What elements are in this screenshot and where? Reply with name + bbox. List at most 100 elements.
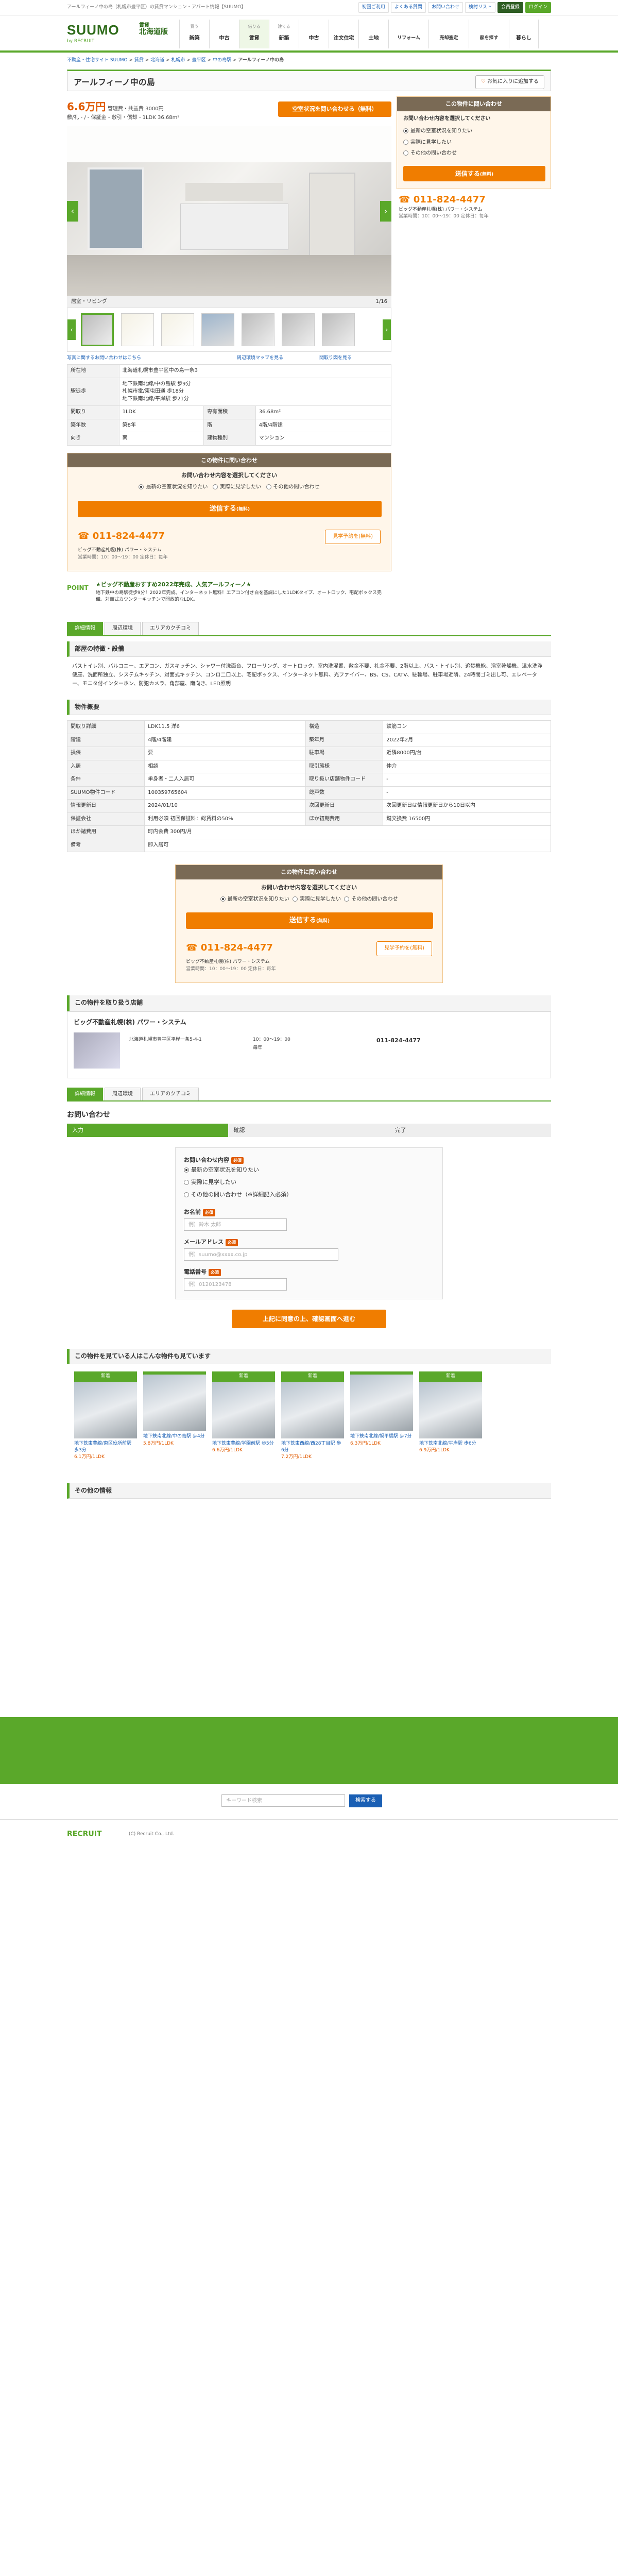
similar-heading: この物件を見ている人はこんな物件も見ています <box>67 1349 551 1365</box>
nav-buy-new[interactable]: 買う 新築 <box>179 20 209 48</box>
footer-search-button[interactable]: 検索する <box>349 1794 382 1807</box>
address-value: 北海道札幌市豊平区中の島一条3 <box>118 364 392 378</box>
form-steps: 入力 確認 完了 <box>67 1123 551 1137</box>
nav-appraisal[interactable]: 売却査定 <box>428 20 469 48</box>
form-opt-other[interactable]: その他の問い合わせ（※詳細記入必須） <box>184 1189 434 1201</box>
tab-reviews-bottom[interactable]: エリアのクチコミ <box>142 1087 199 1101</box>
photo-ceiling <box>67 126 391 163</box>
crumb-0[interactable]: 不動産・住宅サイト SUUMO <box>67 58 128 63</box>
area-label: 賃貸 北海道版 <box>139 23 168 36</box>
phone-icon: ☎ <box>78 530 90 541</box>
confirm-button[interactable]: 上記に同意の上、確認画面へ進む <box>232 1310 386 1329</box>
option-other[interactable]: その他の問い合わせ <box>266 484 320 490</box>
site-header: SUUMO by RECRUIT 賃貸 北海道版 買う 新築 中古 借りる 賃貸 建て… <box>0 15 618 53</box>
option-vacancy[interactable]: 最新の空室状況を知りたい <box>139 484 208 490</box>
company-tel[interactable]: 011-824-4477 <box>376 1037 421 1045</box>
contact-link[interactable]: お問い合わせ <box>427 2 463 13</box>
tab-surroundings-bottom[interactable]: 周辺環境 <box>105 1087 141 1101</box>
option-visit[interactable]: 実際に見学したい <box>213 484 261 490</box>
thumbnail-1[interactable] <box>81 313 114 347</box>
thumbnail-7[interactable] <box>322 313 355 347</box>
side-send-button[interactable]: 送信する(無料) <box>403 166 545 182</box>
inquire-vacancy-button[interactable]: 空室状況を問い合わせる（無料） <box>278 101 391 117</box>
area-value: 36.68m² <box>255 405 392 419</box>
form-opt-visit[interactable]: 実際に見学したい <box>184 1176 434 1189</box>
photo-inquiry-link[interactable]: 写真に関するお問い合わせはこちら <box>67 355 141 361</box>
similar-card[interactable]: 地下鉄南北線/幌平橋駅 歩7分 6.3万円/1LDK <box>350 1371 413 1460</box>
thumb-next-button[interactable]: › <box>383 319 391 341</box>
nav-land[interactable]: 土地 <box>358 20 388 48</box>
inquiry-options: 最新の空室状況を知りたい 実際に見学したい その他の問い合わせ <box>67 484 391 492</box>
middle-inquiry-head: この物件に問い合わせ <box>176 865 442 880</box>
send-button[interactable]: 送信する(無料) <box>78 500 382 517</box>
nav-reform[interactable]: リフォーム <box>388 20 428 48</box>
login-button[interactable]: ログイン <box>525 2 551 13</box>
suumo-logo[interactable]: SUUMO <box>67 21 119 40</box>
point-tag: POINT <box>67 584 89 591</box>
thumb-prev-button[interactable]: ‹ <box>67 319 76 341</box>
company-card-name[interactable]: ビッグ不動産札幌(株) パワー・システム <box>74 1018 544 1027</box>
nav-build-new[interactable]: 建てる 新築 <box>269 20 299 48</box>
similar-card[interactable]: 新着 地下鉄東西線/西28丁目駅 歩6分 7.2万円/1LDK <box>281 1371 344 1460</box>
photo-cabinet <box>185 183 283 201</box>
thumbnail-3[interactable] <box>161 313 194 347</box>
req-label: お問い合わせ内容 必須 <box>184 1156 434 1164</box>
crumb-5[interactable]: 中の島駅 <box>213 58 231 63</box>
crumb-3[interactable]: 札幌市 <box>171 58 185 63</box>
middle-phone[interactable]: ☎ 011-824-4477 <box>186 941 273 955</box>
nav-build-used[interactable]: 中古 <box>299 20 329 48</box>
similar-cards: 新着 地下鉄東豊線/東区役所前駅 歩3分 6.1万円/1LDK 地下鉄南北線/中の島… <box>67 1364 551 1467</box>
phone-number[interactable]: ☎ 011-824-4477 <box>78 530 165 543</box>
similar-card[interactable]: 新着 地下鉄東豊線/東区役所前駅 歩3分 6.1万円/1LDK <box>74 1371 137 1460</box>
side-phone-number[interactable]: ☎ 011-824-4477 <box>399 193 549 207</box>
similar-card[interactable]: 新着 地下鉄東豊線/学園前駅 歩5分 6.6万円/1LDK <box>212 1371 275 1460</box>
crumb-4[interactable]: 豊平区 <box>192 58 206 63</box>
tel-input[interactable]: 例）0120123478 <box>184 1278 287 1291</box>
step-input: 入力 <box>67 1123 229 1137</box>
nav-custom-house[interactable]: 注文住宅 <box>329 20 358 48</box>
name-input[interactable]: 例）鈴木 太郎 <box>184 1218 287 1231</box>
first-time-link[interactable]: 初回ご利用 <box>358 2 389 13</box>
photo-caption-bar: 居室・リビング 1/16 <box>67 296 391 308</box>
next-photo-button[interactable]: › <box>380 201 391 222</box>
title-bar: アールフィーノ中の島 ♡ お気に入りに追加する <box>67 70 551 92</box>
similar-card[interactable]: 新着 地下鉄南北線/平岸駅 歩6分 6.9万円/1LDK <box>419 1371 482 1460</box>
similar-card[interactable]: 地下鉄南北線/中の島駅 歩4分 5.8万円/1LDK <box>143 1371 206 1460</box>
side-option-vacancy[interactable]: 最新の空室状況を知りたい <box>397 127 551 137</box>
footer-search-input[interactable]: キーワード検索 <box>221 1794 345 1807</box>
crumb-2[interactable]: 北海道 <box>150 58 164 63</box>
middle-inquiry-box: この物件に問い合わせ お問い合わせ内容を選択してください 最新の空室状況を知りた… <box>175 865 443 984</box>
nav-buy-used[interactable]: 中古 <box>209 20 239 48</box>
map-link[interactable]: 周辺環境マップを見る <box>237 355 283 362</box>
thumbnail-4[interactable] <box>201 313 234 347</box>
side-option-visit[interactable]: 実際に見学したい <box>397 137 551 149</box>
side-option-other[interactable]: その他の問い合わせ <box>397 149 551 159</box>
middle-options[interactable]: 最新の空室状況を知りたい 実際に見学したい その他の問い合わせ <box>176 896 442 904</box>
thumbnail-strip: ‹ › <box>67 308 391 352</box>
visit-reserve-button[interactable]: 見学予約を(無料) <box>325 529 381 545</box>
crumb-1[interactable]: 賃貸 <box>134 58 144 63</box>
form-opt-vacancy[interactable]: 最新の空室状況を知りたい <box>184 1164 434 1176</box>
register-button[interactable]: 会員登録 <box>497 2 523 13</box>
add-favorite-button[interactable]: ♡ お気に入りに追加する <box>475 75 544 89</box>
form-box: お問い合わせ内容 必須 最新の空室状況を知りたい 実際に見学したい その他の問い合… <box>175 1147 443 1300</box>
middle-send-button[interactable]: 送信する(無料) <box>186 912 433 929</box>
step-confirm: 確認 <box>228 1123 390 1137</box>
email-input[interactable]: 例）suumo@xxxx.co.jp <box>184 1248 338 1261</box>
prev-photo-button[interactable]: ‹ <box>67 201 78 222</box>
step-complete: 完了 <box>389 1123 551 1137</box>
middle-visit-button[interactable]: 見学予約を(無料) <box>376 941 432 956</box>
thumbnail-6[interactable] <box>282 313 315 347</box>
nav-living[interactable]: 暮らし <box>509 20 539 48</box>
tab-detail-bottom[interactable]: 詳細情報 <box>67 1087 103 1101</box>
side-question: お問い合わせ内容を選択してください <box>403 115 491 122</box>
nav-find-house[interactable]: 家を探す <box>469 20 509 48</box>
nav-rent[interactable]: 借りる 賃貸 <box>239 20 269 48</box>
inquiry-form-section: お問い合わせ 入力 確認 完了 お問い合わせ内容 必須 最新の空室状況を知りたい … <box>67 1100 551 1329</box>
floorplan-link[interactable]: 間取り図を見る <box>319 355 352 362</box>
faq-link[interactable]: よくある質問 <box>390 2 426 13</box>
name-label: お名前 必須 <box>184 1208 434 1216</box>
thumbnail-5[interactable] <box>242 313 274 347</box>
saved-list-link[interactable]: 検討リスト <box>465 2 495 13</box>
thumbnail-2[interactable] <box>121 313 154 347</box>
